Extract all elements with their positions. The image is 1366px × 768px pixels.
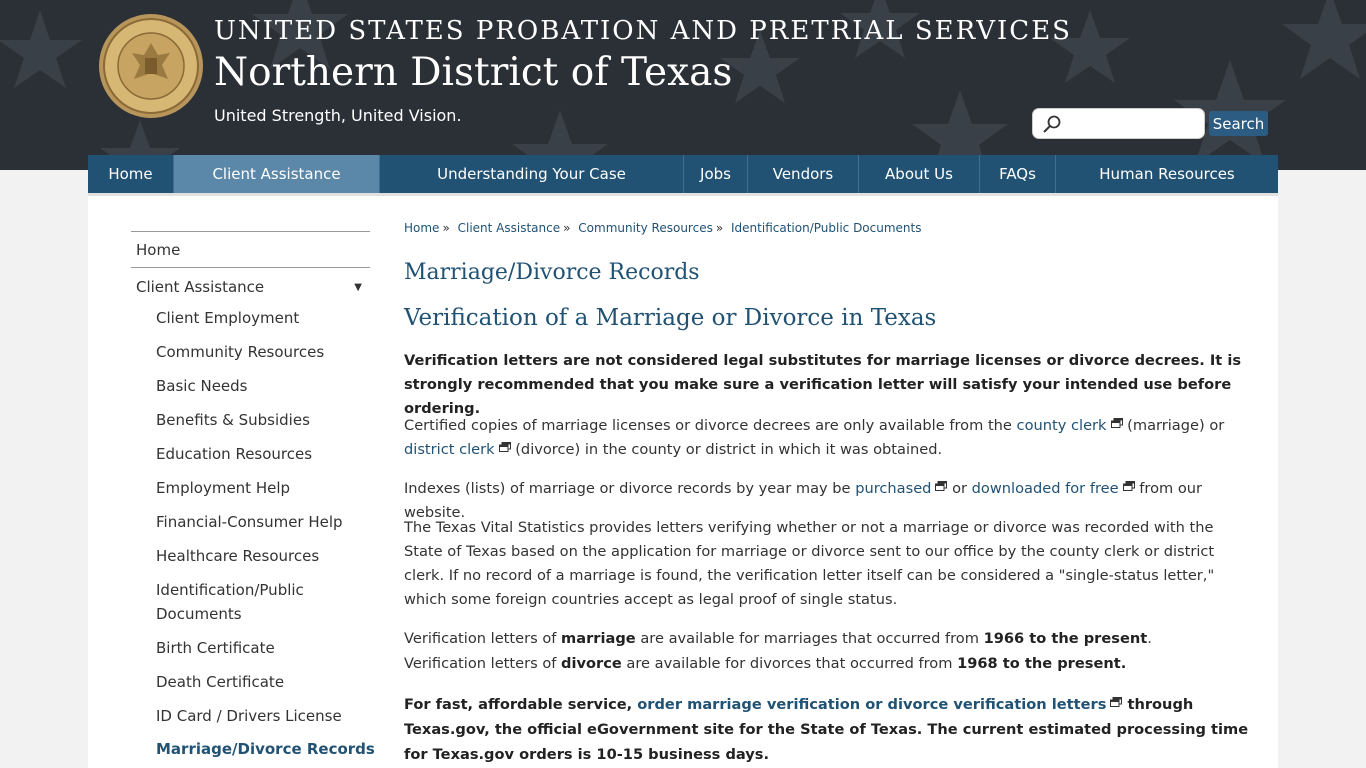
purchased-link[interactable]: purchased <box>855 480 931 497</box>
nav-about-us[interactable]: About Us <box>859 155 980 193</box>
breadcrumb-separator: » <box>715 221 724 235</box>
divorce-range-paragraph: Verification letters of divorce are avai… <box>404 652 1254 676</box>
sidebar-item-id-card[interactable]: ID Card / Drivers License <box>131 704 370 728</box>
sidebar-item-identification-public-documents[interactable]: Identification/Public <box>131 578 370 602</box>
order-verification-link[interactable]: order marriage verification or divorce v… <box>637 696 1106 713</box>
county-clerk-link[interactable]: county clerk <box>1017 417 1107 434</box>
breadcrumb-separator: » <box>442 221 450 235</box>
sidebar-item-marriage-divorce-records[interactable]: Marriage/Divorce Records <box>131 737 375 761</box>
text: (marriage) or <box>1122 417 1225 434</box>
sidebar-item-benefits-subsidies[interactable]: Benefits & Subsidies <box>131 408 370 432</box>
breadcrumb-home[interactable]: Home <box>404 221 439 235</box>
nav-jobs[interactable]: Jobs <box>684 155 748 193</box>
nav-home[interactable]: Home <box>88 155 174 193</box>
sidebar-item-death-certificate[interactable]: Death Certificate <box>131 670 370 694</box>
seal-logo <box>99 14 203 118</box>
order-paragraph: For fast, affordable service, order marr… <box>404 692 1254 767</box>
search-button[interactable]: Search <box>1209 111 1268 136</box>
external-link-icon[interactable] <box>935 481 948 491</box>
nav-faqs[interactable]: FAQs <box>980 155 1056 193</box>
downloaded-for-free-link[interactable]: downloaded for free <box>972 480 1119 497</box>
warning-paragraph: Verification letters are not considered … <box>404 352 1242 417</box>
sidebar-item-client-employment[interactable]: Client Employment <box>131 306 370 330</box>
search-box[interactable] <box>1032 108 1205 139</box>
text: or <box>947 480 972 497</box>
page-subtitle: Verification of a Marriage or Divorce in… <box>404 305 937 331</box>
marriage-range-paragraph: Verification letters of marriage are ava… <box>404 627 1254 651</box>
agency-name: UNITED STATES PROBATION AND PRETRIAL SER… <box>214 16 1072 46</box>
nav-human-resources[interactable]: Human Resources <box>1056 155 1278 193</box>
nav-vendors[interactable]: Vendors <box>748 155 859 193</box>
text-bold: divorce <box>561 655 622 672</box>
sidebar-item-label[interactable]: Client Assistance <box>136 278 264 296</box>
site-header: UNITED STATES PROBATION AND PRETRIAL SER… <box>0 0 1366 170</box>
external-link-icon[interactable] <box>1122 481 1135 491</box>
text: Indexes (lists) of marriage or divorce r… <box>404 480 856 497</box>
sidebar: Home Client Assistance ▼ Client Employme… <box>131 231 375 761</box>
sidebar-item-financial-consumer-help[interactable]: Financial-Consumer Help <box>131 510 370 534</box>
text: (divorce) in the county or district in w… <box>510 441 943 458</box>
caret-down-icon[interactable]: ▼ <box>354 282 362 293</box>
external-link-icon[interactable] <box>1110 697 1123 707</box>
sidebar-item-identification-public-documents-2[interactable]: Documents <box>131 602 370 626</box>
sidebar-item-birth-certificate[interactable]: Birth Certificate <box>131 636 370 660</box>
sidebar-item-home[interactable]: Home <box>131 231 370 267</box>
breadcrumb-identification-public-documents[interactable]: Identification/Public Documents <box>731 221 921 235</box>
text: . <box>1147 630 1152 647</box>
text: Verification letters of <box>404 630 562 647</box>
nav-understanding-your-case[interactable]: Understanding Your Case <box>380 155 684 193</box>
text: Certified copies of marriage licenses or… <box>404 417 1017 434</box>
page-title: Marriage/Divorce Records <box>404 260 700 285</box>
sidebar-item-community-resources[interactable]: Community Resources <box>131 340 370 364</box>
nav-client-assistance[interactable]: Client Assistance <box>174 155 380 193</box>
breadcrumb-community-resources[interactable]: Community Resources <box>578 221 713 235</box>
text: are available for divorces that occurred… <box>621 655 958 672</box>
breadcrumb-client-assistance[interactable]: Client Assistance <box>458 221 561 235</box>
district-name[interactable]: Northern District of Texas <box>214 50 732 95</box>
breadcrumb-separator: » <box>563 221 571 235</box>
text: Verification letters of <box>404 655 562 672</box>
sidebar-item-education-resources[interactable]: Education Resources <box>131 442 370 466</box>
external-link-icon[interactable] <box>498 442 511 452</box>
sidebar-item-basic-needs[interactable]: Basic Needs <box>131 374 370 398</box>
text-bold: 1966 to the present <box>983 630 1148 647</box>
tagline: United Strength, United Vision. <box>214 106 462 125</box>
certified-copies-paragraph: Certified copies of marriage licenses or… <box>404 414 1254 462</box>
text: are available for marriages that occurre… <box>635 630 984 647</box>
vital-statistics-paragraph: The Texas Vital Statistics provides lett… <box>404 519 1215 608</box>
text-bold: 1968 to the present. <box>957 655 1127 672</box>
sidebar-item-client-assistance[interactable]: Client Assistance ▼ <box>131 267 370 302</box>
text: For fast, affordable service, <box>404 696 638 713</box>
district-clerk-link[interactable]: district clerk <box>404 441 495 458</box>
sidebar-item-employment-help[interactable]: Employment Help <box>131 476 370 500</box>
search-icon <box>1043 115 1061 133</box>
breadcrumb: Home» Client Assistance» Community Resou… <box>404 221 922 235</box>
sidebar-item-healthcare-resources[interactable]: Healthcare Resources <box>131 544 370 568</box>
main-nav: Home Client Assistance Understanding You… <box>88 155 1278 193</box>
text-bold: marriage <box>561 630 636 647</box>
external-link-icon[interactable] <box>1110 418 1123 428</box>
search-input[interactable] <box>1067 113 1199 135</box>
